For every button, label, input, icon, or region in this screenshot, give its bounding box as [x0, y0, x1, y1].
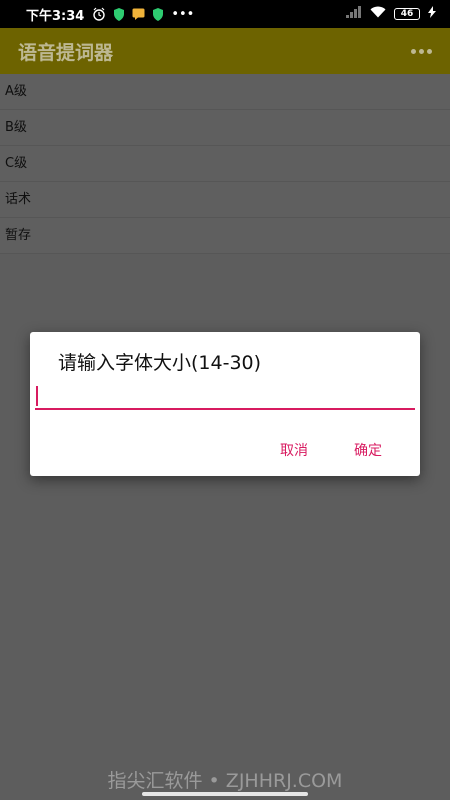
text-cursor — [36, 386, 38, 406]
signal-icon — [346, 6, 362, 22]
font-size-input[interactable] — [35, 382, 415, 410]
status-time: 下午3:34 — [26, 8, 85, 24]
app-title: 语音提词器 — [18, 41, 114, 64]
wifi-icon — [370, 6, 386, 22]
overflow-menu-icon[interactable] — [411, 48, 432, 54]
dialog-title: 请输入字体大小(14-30) — [58, 352, 262, 374]
list-item-a[interactable]: A级 — [0, 74, 450, 110]
message-icon — [132, 8, 145, 20]
list-item-script[interactable]: 话术 — [0, 182, 450, 218]
alarm-icon — [92, 7, 106, 21]
battery-icon: 46 — [394, 8, 420, 20]
app-bar: 语音提词器 — [0, 28, 450, 74]
watermark: 指尖汇软件 • ZJHHRJ.COM — [107, 770, 343, 792]
list-item-c[interactable]: C级 — [0, 146, 450, 182]
shield-icon — [152, 7, 164, 21]
shield-icon — [113, 7, 125, 21]
list-item-b[interactable]: B级 — [0, 110, 450, 146]
status-bar: 下午3:34 ••• 46 — [0, 0, 450, 28]
more-notifications-icon: ••• — [171, 6, 195, 22]
confirm-button[interactable]: 确定 — [348, 436, 388, 464]
category-list: A级 B级 C级 话术 暂存 — [0, 74, 450, 254]
font-size-dialog: 请输入字体大小(14-30) 取消 确定 — [30, 332, 420, 476]
list-item-draft[interactable]: 暂存 — [0, 218, 450, 254]
home-indicator[interactable] — [142, 792, 308, 796]
charging-icon — [428, 6, 436, 22]
cancel-button[interactable]: 取消 — [274, 436, 314, 464]
